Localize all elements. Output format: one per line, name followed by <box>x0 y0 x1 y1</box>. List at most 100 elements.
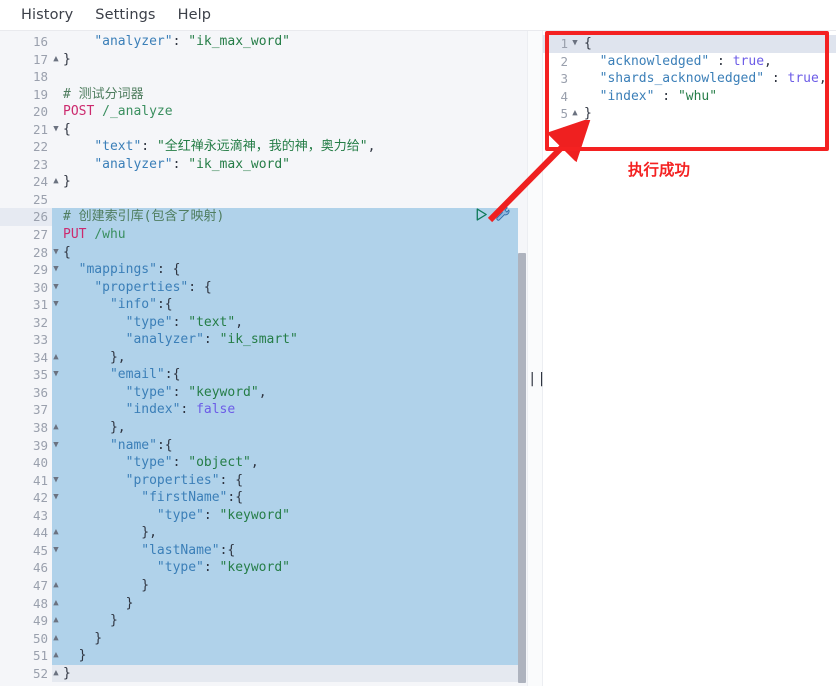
editor-line[interactable]: 23 "analyzer": "ik_max_word" <box>0 155 518 174</box>
code-line-text[interactable]: # 测试分词器 <box>52 86 518 104</box>
response-line[interactable]: 1 ▼ { <box>543 35 836 53</box>
editor-line[interactable]: 27 PUT /whu <box>0 226 518 244</box>
editor-line[interactable]: 39 ▼ "name":{ <box>0 436 518 455</box>
pane-splitter[interactable]: || <box>527 31 546 686</box>
fold-expand-icon[interactable]: ▲ <box>51 577 61 595</box>
fold-expand-icon[interactable]: ▲ <box>51 595 61 613</box>
editor-line[interactable]: 38 ▲ }, <box>0 419 518 437</box>
menu-item-help[interactable]: Help <box>167 4 222 26</box>
editor-line[interactable]: 42 ▼ "firstName":{ <box>0 489 518 507</box>
editor-line[interactable]: 44 ▲ }, <box>0 524 518 542</box>
fold-collapse-icon[interactable]: ▼ <box>51 437 61 455</box>
fold-expand-icon[interactable]: ▲ <box>51 51 61 69</box>
code-line-text[interactable]: }, <box>52 348 518 367</box>
editor-line[interactable]: 47 ▲ } <box>0 576 518 595</box>
response-code-area[interactable]: 1 ▼{2 "acknowledged" : true, 3 "shards_ack… <box>543 31 836 140</box>
code-line-text[interactable]: "firstName":{ <box>52 489 518 507</box>
fold-collapse-icon[interactable]: ▼ <box>51 489 61 507</box>
response-line[interactable]: 6 <box>543 123 836 141</box>
editor-line[interactable]: 37 "index": false <box>0 401 518 420</box>
request-editor-pane[interactable]: 16 "analyzer": "ik_max_word" 17 ▲} 18 19 # 测试… <box>0 31 518 686</box>
splitter-grip-icon[interactable]: || <box>528 372 546 386</box>
code-line-text[interactable] <box>52 682 518 686</box>
editor-line[interactable]: 20 POST /_analyze <box>0 103 518 121</box>
editor-line[interactable]: 17 ▲} <box>0 50 518 69</box>
fold-collapse-icon[interactable]: ▼ <box>570 35 580 53</box>
code-line-text[interactable]: "mappings": { <box>52 261 518 279</box>
editor-line[interactable]: 36 "type": "keyword", <box>0 383 518 402</box>
code-line-text[interactable]: } <box>52 629 518 648</box>
code-line-text[interactable]: } <box>52 576 518 595</box>
code-line-text[interactable]: "type": "keyword" <box>52 506 518 525</box>
editor-code-area[interactable]: 16 "analyzer": "ik_max_word" 17 ▲} 18 19 # 测试… <box>0 31 518 686</box>
editor-line[interactable]: 35 ▼ "email":{ <box>0 366 518 384</box>
code-line-text[interactable]: } <box>52 594 518 613</box>
fold-collapse-icon[interactable]: ▼ <box>51 542 61 560</box>
editor-line[interactable]: 53 <box>0 682 518 686</box>
fold-collapse-icon[interactable]: ▼ <box>51 296 61 314</box>
fold-expand-icon[interactable]: ▲ <box>51 647 61 665</box>
editor-line[interactable]: 18 <box>0 68 518 86</box>
fold-collapse-icon[interactable]: ▼ <box>51 472 61 490</box>
code-line-text[interactable] <box>52 68 518 86</box>
code-line-text[interactable]: "type": "object", <box>52 454 518 472</box>
code-line-text[interactable]: }, <box>52 524 518 542</box>
fold-collapse-icon[interactable]: ▼ <box>51 121 61 139</box>
editor-line[interactable]: 32 "type": "text", <box>0 313 518 332</box>
code-line-text[interactable]: "analyzer": "ik_max_word" <box>52 156 518 174</box>
editor-line[interactable]: 41 ▼ "properties": { <box>0 471 518 490</box>
code-line-text[interactable]: } <box>52 51 518 69</box>
editor-line[interactable]: 46 "type": "keyword" <box>0 559 518 577</box>
editor-line[interactable]: 49 ▲ } <box>0 612 518 630</box>
editor-line[interactable]: 50 ▲ } <box>0 629 518 648</box>
code-line-text[interactable]: "text": "全红禅永远滴神，我的神，奥力给", <box>52 138 518 156</box>
editor-line[interactable]: 21 ▼{ <box>0 120 518 139</box>
code-line-text[interactable]: "analyzer": "ik_smart" <box>52 331 518 349</box>
editor-line[interactable]: 26 # 创建索引库(包含了映射) <box>0 208 518 227</box>
code-line-text[interactable]: "type": "keyword", <box>52 383 518 402</box>
response-line[interactable]: 5 ▲} <box>543 105 836 123</box>
editor-line[interactable]: 52 ▲} <box>0 664 518 683</box>
editor-line[interactable]: 16 "analyzer": "ik_max_word" <box>0 33 518 51</box>
fold-collapse-icon[interactable]: ▼ <box>51 366 61 384</box>
play-icon[interactable] <box>474 207 489 226</box>
code-line-text[interactable]: } <box>52 664 518 683</box>
code-line-text[interactable]: "info":{ <box>52 296 518 314</box>
scrollbar-thumb[interactable] <box>518 253 526 683</box>
fold-expand-icon[interactable]: ▲ <box>51 173 61 191</box>
editor-line[interactable]: 24 ▲} <box>0 173 518 191</box>
code-line-text[interactable] <box>52 191 518 209</box>
fold-collapse-icon[interactable]: ▼ <box>51 261 61 279</box>
code-line-text[interactable]: POST /_analyze <box>52 103 518 121</box>
code-line-text[interactable]: "email":{ <box>52 366 518 384</box>
editor-line[interactable]: 43 "type": "keyword" <box>0 506 518 525</box>
code-line-text[interactable]: } <box>52 647 518 665</box>
editor-line[interactable]: 34 ▲ }, <box>0 348 518 367</box>
code-line-text[interactable]: }, <box>52 419 518 437</box>
code-line-text[interactable]: PUT /whu <box>52 226 518 244</box>
editor-line[interactable]: 29 ▼ "mappings": { <box>0 261 518 279</box>
fold-expand-icon[interactable]: ▲ <box>51 419 61 437</box>
editor-line[interactable]: 30 ▼ "properties": { <box>0 278 518 297</box>
editor-line[interactable]: 33 "analyzer": "ik_smart" <box>0 331 518 349</box>
editor-line[interactable]: 40 "type": "object", <box>0 454 518 472</box>
code-line-text[interactable]: "lastName":{ <box>52 541 518 560</box>
fold-expand-icon[interactable]: ▲ <box>51 630 61 648</box>
fold-expand-icon[interactable]: ▲ <box>51 612 61 630</box>
code-line-text[interactable]: { <box>52 121 518 139</box>
fold-expand-icon[interactable]: ▲ <box>51 524 61 542</box>
menu-item-settings[interactable]: Settings <box>84 4 166 26</box>
code-line-text[interactable]: "type": "text", <box>52 313 518 332</box>
response-line[interactable]: 3 "shards_acknowledged" : true, <box>543 70 836 88</box>
code-line-text[interactable]: } <box>52 612 518 630</box>
response-line[interactable]: 2 "acknowledged" : true, <box>543 53 836 71</box>
editor-line[interactable]: 48 ▲ } <box>0 594 518 613</box>
code-line-text[interactable]: "properties": { <box>52 278 518 297</box>
editor-line[interactable]: 28 ▼{ <box>0 243 518 262</box>
wrench-icon[interactable] <box>495 206 511 226</box>
menu-item-history[interactable]: History <box>10 4 84 26</box>
editor-line[interactable]: 19 # 测试分词器 <box>0 85 518 104</box>
fold-expand-icon[interactable]: ▲ <box>570 105 580 123</box>
fold-collapse-icon[interactable]: ▼ <box>51 244 61 262</box>
code-line-text[interactable]: "type": "keyword" <box>52 559 518 577</box>
